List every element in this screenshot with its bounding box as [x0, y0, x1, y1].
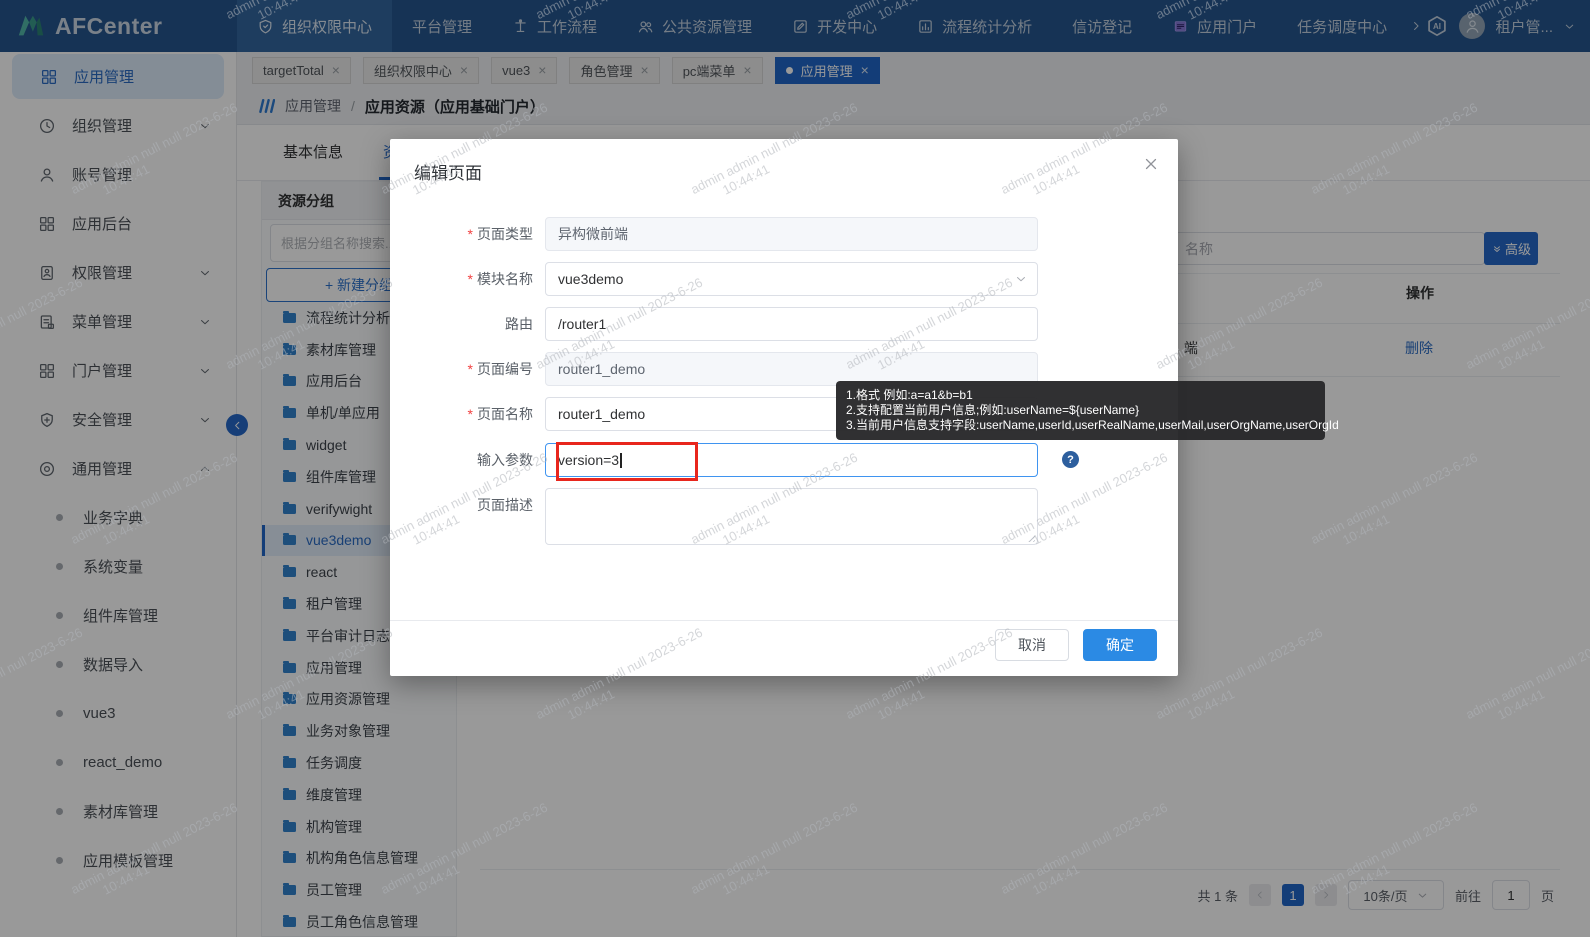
field-label: 页面描述 [390, 488, 545, 522]
field-row-input-params: 输入参数version=3 [390, 443, 1038, 477]
module-name-input[interactable] [545, 262, 1038, 296]
field-row-route: 路由 [390, 307, 1038, 341]
tooltip-line: 1.格式 例如:a=a1&b=b1 [846, 388, 1315, 403]
module-name-select[interactable] [545, 262, 1038, 296]
field-row-module-name: *模块名称 [390, 262, 1038, 296]
cancel-button[interactable]: 取消 [995, 629, 1069, 661]
field-row-page-description: 页面描述 [390, 488, 1038, 545]
help-icon[interactable]: ? [1062, 451, 1079, 468]
field-label-text: 路由 [505, 316, 533, 332]
close-icon[interactable] [1142, 155, 1160, 178]
close-icon [1142, 155, 1160, 173]
field-label: *页面类型 [390, 217, 545, 251]
field-label: 路由 [390, 307, 545, 341]
field-label-text: 页面类型 [477, 226, 533, 242]
page-description-wrap [545, 488, 1038, 545]
annotation-highlight-box [556, 442, 698, 481]
required-asterisk: * [468, 361, 473, 377]
required-asterisk: * [468, 406, 473, 422]
field-label-text: 页面名称 [477, 406, 533, 422]
chevdown-icon [1014, 272, 1028, 286]
field-row-page-type: *页面类型 [390, 217, 1038, 251]
modal-footer: 取消 确定 [390, 620, 1178, 676]
app-root: AFCenter 组织权限中心平台管理工作流程公共资源管理开发中心流程统计分析信… [0, 0, 1590, 937]
route-input[interactable] [545, 307, 1038, 341]
page-type-input [545, 217, 1038, 251]
tooltip-line: 3.当前用户信息支持字段:userName,userId,userRealNam… [846, 418, 1315, 433]
input-params-tooltip: 1.格式 例如:a=a1&b=b12.支持配置当前用户信息;例如:userNam… [836, 381, 1325, 440]
field-label: *模块名称 [390, 262, 545, 296]
confirm-button[interactable]: 确定 [1083, 629, 1157, 661]
field-label-text: 模块名称 [477, 271, 533, 287]
field-label: *页面名称 [390, 397, 545, 431]
field-label-text: 页面描述 [477, 497, 533, 513]
tooltip-line: 2.支持配置当前用户信息;例如:userName=${userName} [846, 403, 1315, 418]
field-label-text: 页面编号 [477, 361, 533, 377]
field-label-text: 输入参数 [477, 452, 533, 468]
required-asterisk: * [468, 226, 473, 242]
required-asterisk: * [468, 271, 473, 287]
modal-title: 编辑页面 [414, 159, 482, 184]
page-description-textarea[interactable] [545, 488, 1038, 545]
field-label: 输入参数 [390, 443, 545, 477]
chevron-down-icon [1014, 272, 1028, 286]
field-label: *页面编号 [390, 352, 545, 386]
